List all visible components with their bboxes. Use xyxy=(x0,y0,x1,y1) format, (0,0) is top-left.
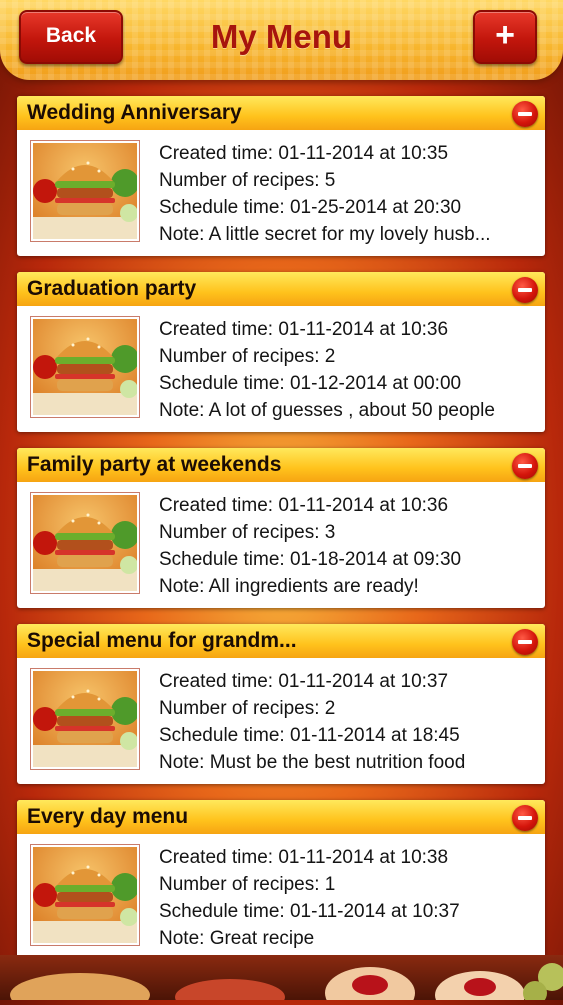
minus-circle-icon[interactable] xyxy=(512,805,538,831)
top-bar: Back My Menu + xyxy=(0,0,563,80)
burger-thumbnail xyxy=(30,492,140,594)
burger-icon xyxy=(33,143,137,239)
schedule-time: Schedule time: 01-18-2014 at 09:30 xyxy=(159,549,462,570)
food-decoration-icon xyxy=(10,963,563,1005)
menu-details: Created time: 01-11-2014 at 10:37 Number… xyxy=(159,668,543,776)
menu-details: Created time: 01-11-2014 at 10:35 Number… xyxy=(159,140,543,248)
schedule-time: Schedule time: 01-11-2014 at 18:45 xyxy=(159,725,460,746)
card-header: Graduation party xyxy=(17,272,545,306)
recipe-count: Number of recipes: 1 xyxy=(159,874,336,895)
burger-icon xyxy=(33,319,137,415)
card-header: Every day menu xyxy=(17,800,545,834)
menu-card[interactable]: Family party at weekends Created time: 0… xyxy=(17,448,545,608)
minus-circle-icon[interactable] xyxy=(512,453,538,479)
burger-thumbnail xyxy=(30,140,140,242)
food-background-strip xyxy=(0,955,563,1005)
menu-note: Note: Great recipe xyxy=(159,928,315,949)
menu-card[interactable]: Special menu for grandm... Created time:… xyxy=(17,624,545,784)
card-header: Special menu for grandm... xyxy=(17,624,545,658)
menu-note: Note: All ingredients are ready! xyxy=(159,576,419,597)
created-time: Created time: 01-11-2014 at 10:35 xyxy=(159,143,449,164)
menu-card[interactable]: Every day menu Created time: 01-11-2014 … xyxy=(17,800,545,960)
recipe-count: Number of recipes: 2 xyxy=(159,346,336,367)
minus-circle-icon[interactable] xyxy=(512,277,538,303)
add-menu-button[interactable]: + xyxy=(473,10,537,64)
menu-note: Note: Must be the best nutrition food xyxy=(159,752,466,773)
burger-icon xyxy=(33,847,137,943)
recipe-count: Number of recipes: 3 xyxy=(159,522,336,543)
menu-note: Note: A lot of guesses , about 50 people xyxy=(159,400,495,421)
burger-thumbnail xyxy=(30,316,140,418)
created-time: Created time: 01-11-2014 at 10:36 xyxy=(159,319,449,340)
menu-title: Wedding Anniversary xyxy=(27,101,242,124)
minus-circle-icon[interactable] xyxy=(512,101,538,127)
menu-details: Created time: 01-11-2014 at 10:36 Number… xyxy=(159,316,543,424)
recipe-count: Number of recipes: 5 xyxy=(159,170,336,191)
minus-circle-icon[interactable] xyxy=(512,629,538,655)
burger-icon xyxy=(33,671,137,767)
menu-card[interactable]: Wedding Anniversary Created time: 01-11-… xyxy=(17,96,545,256)
created-time: Created time: 01-11-2014 at 10:37 xyxy=(159,671,449,692)
menu-details: Created time: 01-11-2014 at 10:36 Number… xyxy=(159,492,543,600)
card-header: Family party at weekends xyxy=(17,448,545,482)
menu-title: Family party at weekends xyxy=(27,453,282,476)
card-header: Wedding Anniversary xyxy=(17,96,545,130)
menu-title: Graduation party xyxy=(27,277,197,300)
recipe-count: Number of recipes: 2 xyxy=(159,698,336,719)
menu-note: Note: A little secret for my lovely husb… xyxy=(159,224,491,245)
menu-card[interactable]: Graduation party Created time: 01-11-201… xyxy=(17,272,545,432)
menu-title: Every day menu xyxy=(27,805,189,828)
schedule-time: Schedule time: 01-11-2014 at 10:37 xyxy=(159,901,460,922)
burger-thumbnail xyxy=(30,668,140,770)
created-time: Created time: 01-11-2014 at 10:36 xyxy=(159,495,449,516)
menu-title: Special menu for grandm... xyxy=(27,629,297,652)
burger-thumbnail xyxy=(30,844,140,946)
schedule-time: Schedule time: 01-25-2014 at 20:30 xyxy=(159,197,462,218)
created-time: Created time: 01-11-2014 at 10:38 xyxy=(159,847,449,868)
schedule-time: Schedule time: 01-12-2014 at 00:00 xyxy=(159,373,462,394)
burger-icon xyxy=(33,495,137,591)
menu-details: Created time: 01-11-2014 at 10:38 Number… xyxy=(159,844,543,952)
